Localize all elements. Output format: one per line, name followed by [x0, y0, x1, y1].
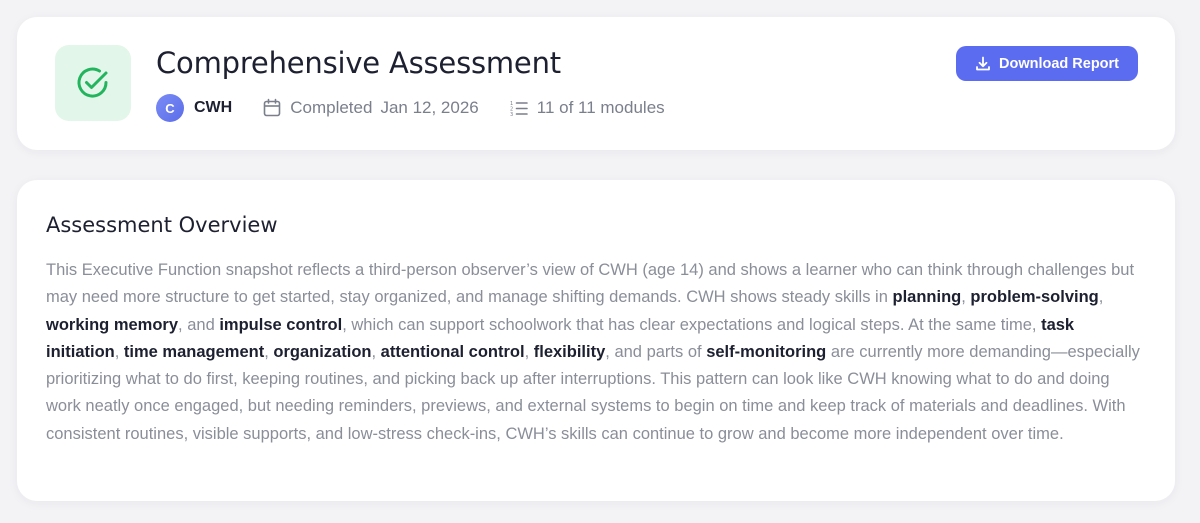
overview-text-segment: , and parts of: [605, 342, 707, 361]
assessment-overview-card: Assessment Overview This Executive Funct…: [17, 180, 1175, 501]
calendar-icon: [263, 98, 281, 117]
overview-text-segment: ,: [524, 342, 534, 361]
download-report-button[interactable]: Download Report: [956, 46, 1138, 81]
svg-text:3: 3: [510, 112, 513, 118]
completed-label: Completed: [290, 98, 373, 117]
overview-text-segment: , and: [178, 315, 220, 334]
highlighted-skill: organization: [273, 342, 372, 361]
modules-count: 11 of 11 modules: [536, 98, 665, 117]
modules-info: 1 2 3 11 of 11 modules: [509, 98, 665, 118]
highlighted-skill: time management: [123, 342, 265, 361]
highlighted-skill: flexibility: [533, 342, 606, 361]
overview-text-segment: ,: [264, 342, 274, 361]
download-report-label: Download Report: [998, 55, 1120, 72]
avatar: C: [156, 94, 184, 122]
meta-row: C CWH Completed Jan 12, 2026 1 2 3 11 of…: [156, 93, 665, 123]
check-circle-icon: [77, 67, 108, 98]
highlighted-skill: impulse control: [219, 315, 343, 334]
user-name: CWH: [194, 99, 233, 116]
assessment-header-card: Comprehensive Assessment C CWH Completed…: [17, 17, 1175, 150]
completed-info: Completed Jan 12, 2026: [262, 98, 479, 118]
highlighted-skill: attentional control: [380, 342, 525, 361]
highlighted-skill: working memory: [46, 315, 179, 334]
overview-paragraph: This Executive Function snapshot reflect…: [46, 257, 1146, 448]
completed-date: Jan 12, 2026: [380, 98, 479, 117]
highlighted-skill: self-monitoring: [706, 342, 827, 361]
overview-text-segment: ,: [1098, 288, 1104, 307]
overview-text-segment: ,: [114, 342, 124, 361]
overview-text-segment: ,: [371, 342, 381, 361]
page-title: Comprehensive Assessment: [156, 46, 561, 80]
overview-text-segment: , which can support schoolwork that has …: [342, 315, 1042, 334]
download-icon: [976, 56, 990, 70]
highlighted-skill: problem-solving: [970, 288, 1099, 307]
numbered-list-icon: 1 2 3: [510, 101, 528, 118]
status-tile: [55, 45, 131, 121]
overview-title: Assessment Overview: [46, 213, 278, 237]
highlighted-skill: planning: [892, 288, 962, 307]
